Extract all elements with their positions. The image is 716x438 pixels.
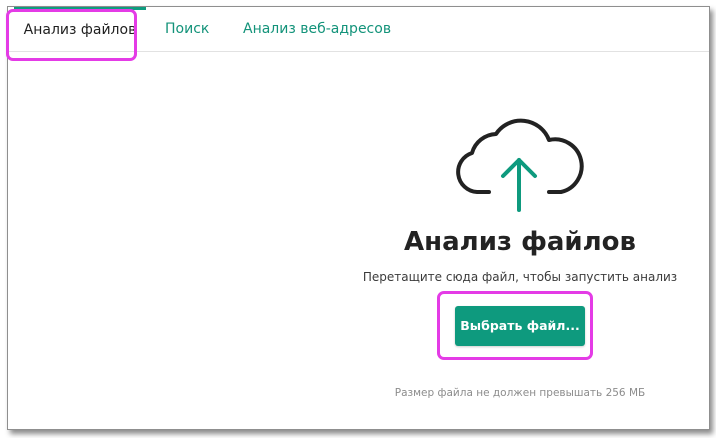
file-size-limit-note: Размер файла не должен превышать 256 МБ	[394, 387, 646, 399]
tab-bar: Анализ файлов Поиск Анализ веб-адресов	[8, 7, 709, 52]
cloud-upload-icon	[456, 118, 584, 212]
tab-file-analysis[interactable]: Анализ файлов	[14, 7, 146, 51]
file-analysis-window: Анализ файлов Поиск Анализ веб-адресов	[7, 6, 710, 430]
choose-file-button[interactable]: Выбрать файл...	[455, 306, 585, 346]
drop-hint: Перетащите сюда файл, чтобы запустить ан…	[362, 270, 678, 284]
tab-url-analysis[interactable]: Анализ веб-адресов	[243, 7, 391, 51]
page-title: Анализ файлов	[404, 227, 636, 257]
tab-search[interactable]: Поиск	[165, 7, 209, 51]
